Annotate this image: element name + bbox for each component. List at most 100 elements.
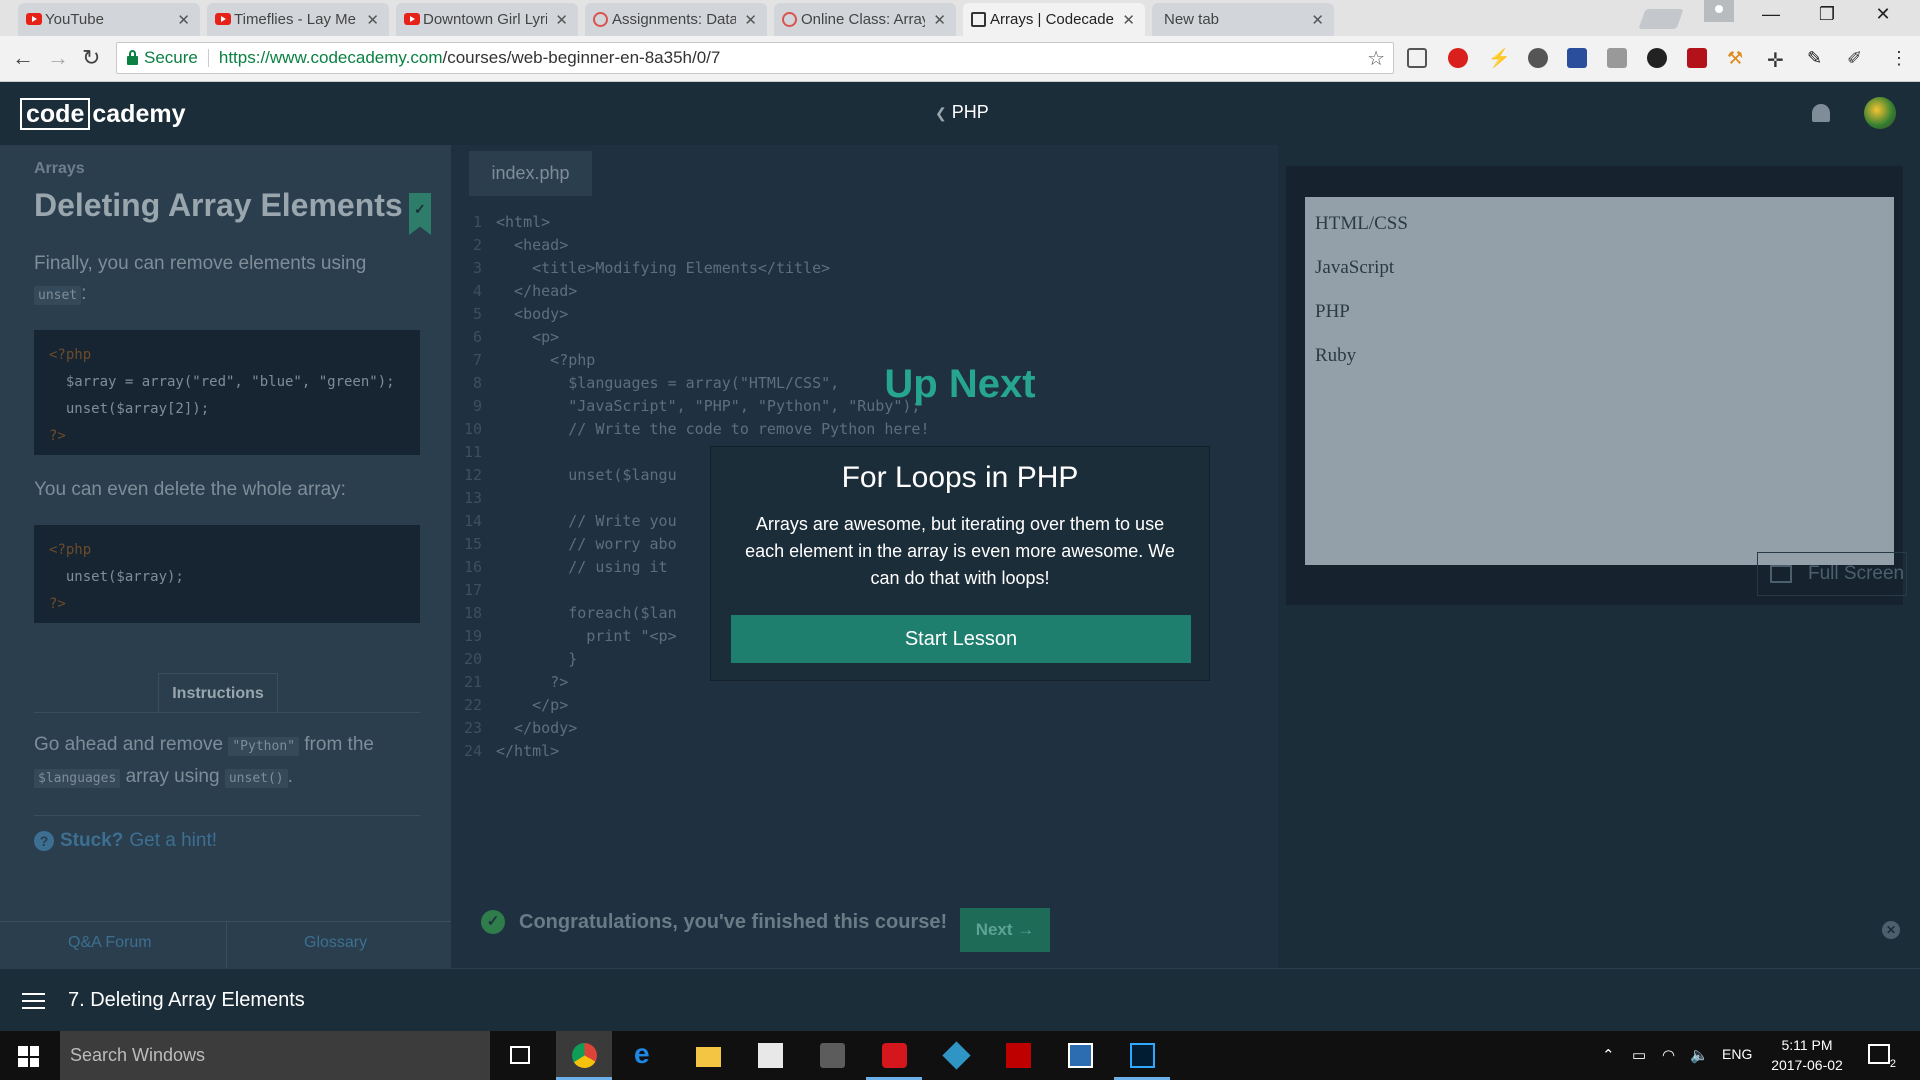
bookmark-star-icon[interactable]: ☆ (1367, 46, 1385, 71)
code-line[interactable]: 5 <body> (451, 303, 929, 326)
volume-icon[interactable]: 🔈 (1690, 1046, 1709, 1064)
line-number: 19 (463, 627, 482, 645)
taskbar-brackets[interactable] (1052, 1031, 1108, 1080)
close-tab-icon[interactable]: ✕ (177, 11, 190, 29)
pin-icon[interactable]: ✎ (1807, 48, 1827, 68)
lightning-icon[interactable]: ⚡ (1488, 48, 1510, 68)
address-bar[interactable]: Secure https://www.codecademy.com /cours… (116, 42, 1394, 74)
code-line[interactable]: 22 </p> (451, 694, 929, 717)
notification-icon[interactable]: 2 (1868, 1044, 1896, 1070)
language-indicator[interactable]: ENG (1722, 1046, 1752, 1062)
adblock-icon[interactable] (1448, 48, 1468, 68)
next-button[interactable]: Next → (960, 908, 1050, 952)
code-line[interactable]: 2 <head> (451, 234, 929, 257)
hamburger-menu-icon[interactable] (22, 993, 45, 1009)
hammer-icon[interactable]: ⚒ (1727, 48, 1747, 68)
url-host: https://www.codecademy.com (218, 48, 443, 67)
restore-icon[interactable]: ❐ (1804, 4, 1850, 25)
preview-item: JavaScript (1315, 257, 1395, 278)
tab-timeflies[interactable]: Timeflies - Lay Me Dow ✕ (207, 3, 389, 36)
code-line[interactable]: 10 // Write the code to remove Python he… (451, 418, 930, 441)
tab-instructions[interactable]: Instructions (158, 673, 278, 713)
menu-dots-icon[interactable]: ⋮ (1890, 48, 1910, 68)
fullscreen-button[interactable]: Full Screen (1757, 552, 1907, 596)
taskbar-filezilla[interactable] (990, 1031, 1046, 1080)
tab-codecademy-arrays[interactable]: Arrays | Codecademy ✕ (963, 3, 1145, 36)
qa-forum-link[interactable]: Q&A Forum (68, 934, 152, 952)
windows-start-icon[interactable] (18, 1046, 39, 1067)
tab-youtube[interactable]: YouTube ✕ (18, 3, 200, 36)
taskbar-file-explorer[interactable] (680, 1031, 736, 1080)
forward-icon[interactable]: → (47, 45, 69, 71)
reader-icon[interactable] (1567, 48, 1587, 68)
code-line[interactable]: 24 </html> (451, 740, 929, 763)
cast-icon[interactable] (1407, 48, 1427, 68)
minimize-icon[interactable]: — (1748, 4, 1794, 25)
lock-icon (127, 50, 138, 65)
clock[interactable]: 5:11 PM 2017-06-02 (1764, 1035, 1850, 1075)
inline-code: unset() (224, 769, 288, 788)
back-icon[interactable]: ← (12, 45, 34, 71)
globe-icon[interactable] (1528, 48, 1548, 68)
tab-new-tab[interactable]: New tab ✕ (1152, 3, 1334, 36)
tab-downtown-girl[interactable]: Downtown Girl Lyrics - ✕ (396, 3, 578, 36)
taskbar-search[interactable]: Search Windows (60, 1031, 490, 1080)
glossary-link[interactable]: Glossary (304, 934, 367, 952)
course-back-link[interactable]: ❮ PHP (935, 102, 989, 123)
line-number: 20 (463, 650, 482, 668)
taskbar-creative-cloud[interactable] (866, 1031, 922, 1080)
bell-icon[interactable] (1812, 104, 1830, 122)
line-number: 14 (463, 512, 482, 530)
code-line[interactable]: 3 <title>Modifying Elements</title> (451, 257, 929, 280)
code-line[interactable]: 6 <p> (451, 326, 929, 349)
move-icon[interactable]: ✛ (1767, 48, 1787, 72)
taskbar-sublime[interactable] (804, 1031, 860, 1080)
breadcrumb[interactable]: Arrays (34, 160, 85, 178)
preview-item: PHP (1315, 301, 1350, 322)
brackets-icon (1068, 1043, 1093, 1068)
close-tab-icon[interactable]: ✕ (366, 11, 379, 29)
hint-link[interactable]: ? Stuck? Get a hint! (34, 830, 217, 852)
battery-icon[interactable]: ▭ (1632, 1046, 1646, 1064)
codecademy-logo[interactable]: code cademy (20, 98, 185, 130)
extension-icon[interactable] (1607, 48, 1627, 68)
up-next-heading: Up Next (884, 362, 1036, 406)
close-window-icon[interactable]: ✕ (1860, 4, 1906, 25)
youtube-icon (404, 13, 420, 25)
fullscreen-icon (1770, 565, 1792, 583)
code-line[interactable]: 1 <html> (451, 211, 929, 234)
wifi-icon[interactable]: ◠ (1662, 1046, 1675, 1064)
close-tab-icon[interactable]: ✕ (933, 11, 946, 29)
code-line[interactable]: 4 </head> (451, 280, 929, 303)
inline-code: $languages (34, 769, 121, 788)
close-tab-icon[interactable]: ✕ (1311, 11, 1324, 29)
taskbar-kodi[interactable] (928, 1031, 984, 1080)
taskbar-store[interactable] (742, 1031, 798, 1080)
new-tab-button[interactable] (1638, 9, 1684, 29)
tab-assignments[interactable]: Assignments: Database ✕ (585, 3, 767, 36)
taskbar-edge[interactable]: e (618, 1031, 674, 1080)
code-line-text: unset($langu (496, 466, 677, 484)
chevron-left-icon: ❮ (935, 105, 947, 121)
tab-online-class[interactable]: Online Class: Arrays in I ✕ (774, 3, 956, 36)
task-view-button[interactable] (492, 1031, 548, 1080)
line-number: 18 (463, 604, 482, 622)
tab-index-php[interactable]: index.php (469, 151, 592, 196)
taskbar-chrome[interactable] (556, 1031, 612, 1080)
profile-icon[interactable] (1704, 0, 1734, 22)
avatar[interactable] (1864, 97, 1896, 129)
eyedropper-icon[interactable]: ✐ (1847, 48, 1867, 68)
close-tab-icon[interactable]: ✕ (555, 11, 568, 29)
chevron-up-icon[interactable]: ⌃ (1602, 1046, 1615, 1064)
close-icon[interactable]: ✕ (1882, 921, 1900, 939)
pdf-icon[interactable] (1687, 48, 1707, 68)
start-lesson-button[interactable]: Start Lesson (731, 615, 1191, 663)
circle-extension-icon[interactable] (1647, 48, 1667, 68)
code-line[interactable]: 23 </body> (451, 717, 929, 740)
taskbar-photoshop[interactable] (1114, 1031, 1170, 1080)
close-tab-icon[interactable]: ✕ (744, 11, 757, 29)
lesson-bar-title[interactable]: 7. Deleting Array Elements (68, 989, 305, 1012)
close-tab-icon[interactable]: ✕ (1122, 11, 1135, 29)
gear-icon (782, 12, 797, 27)
reload-icon[interactable]: ↻ (82, 45, 100, 71)
